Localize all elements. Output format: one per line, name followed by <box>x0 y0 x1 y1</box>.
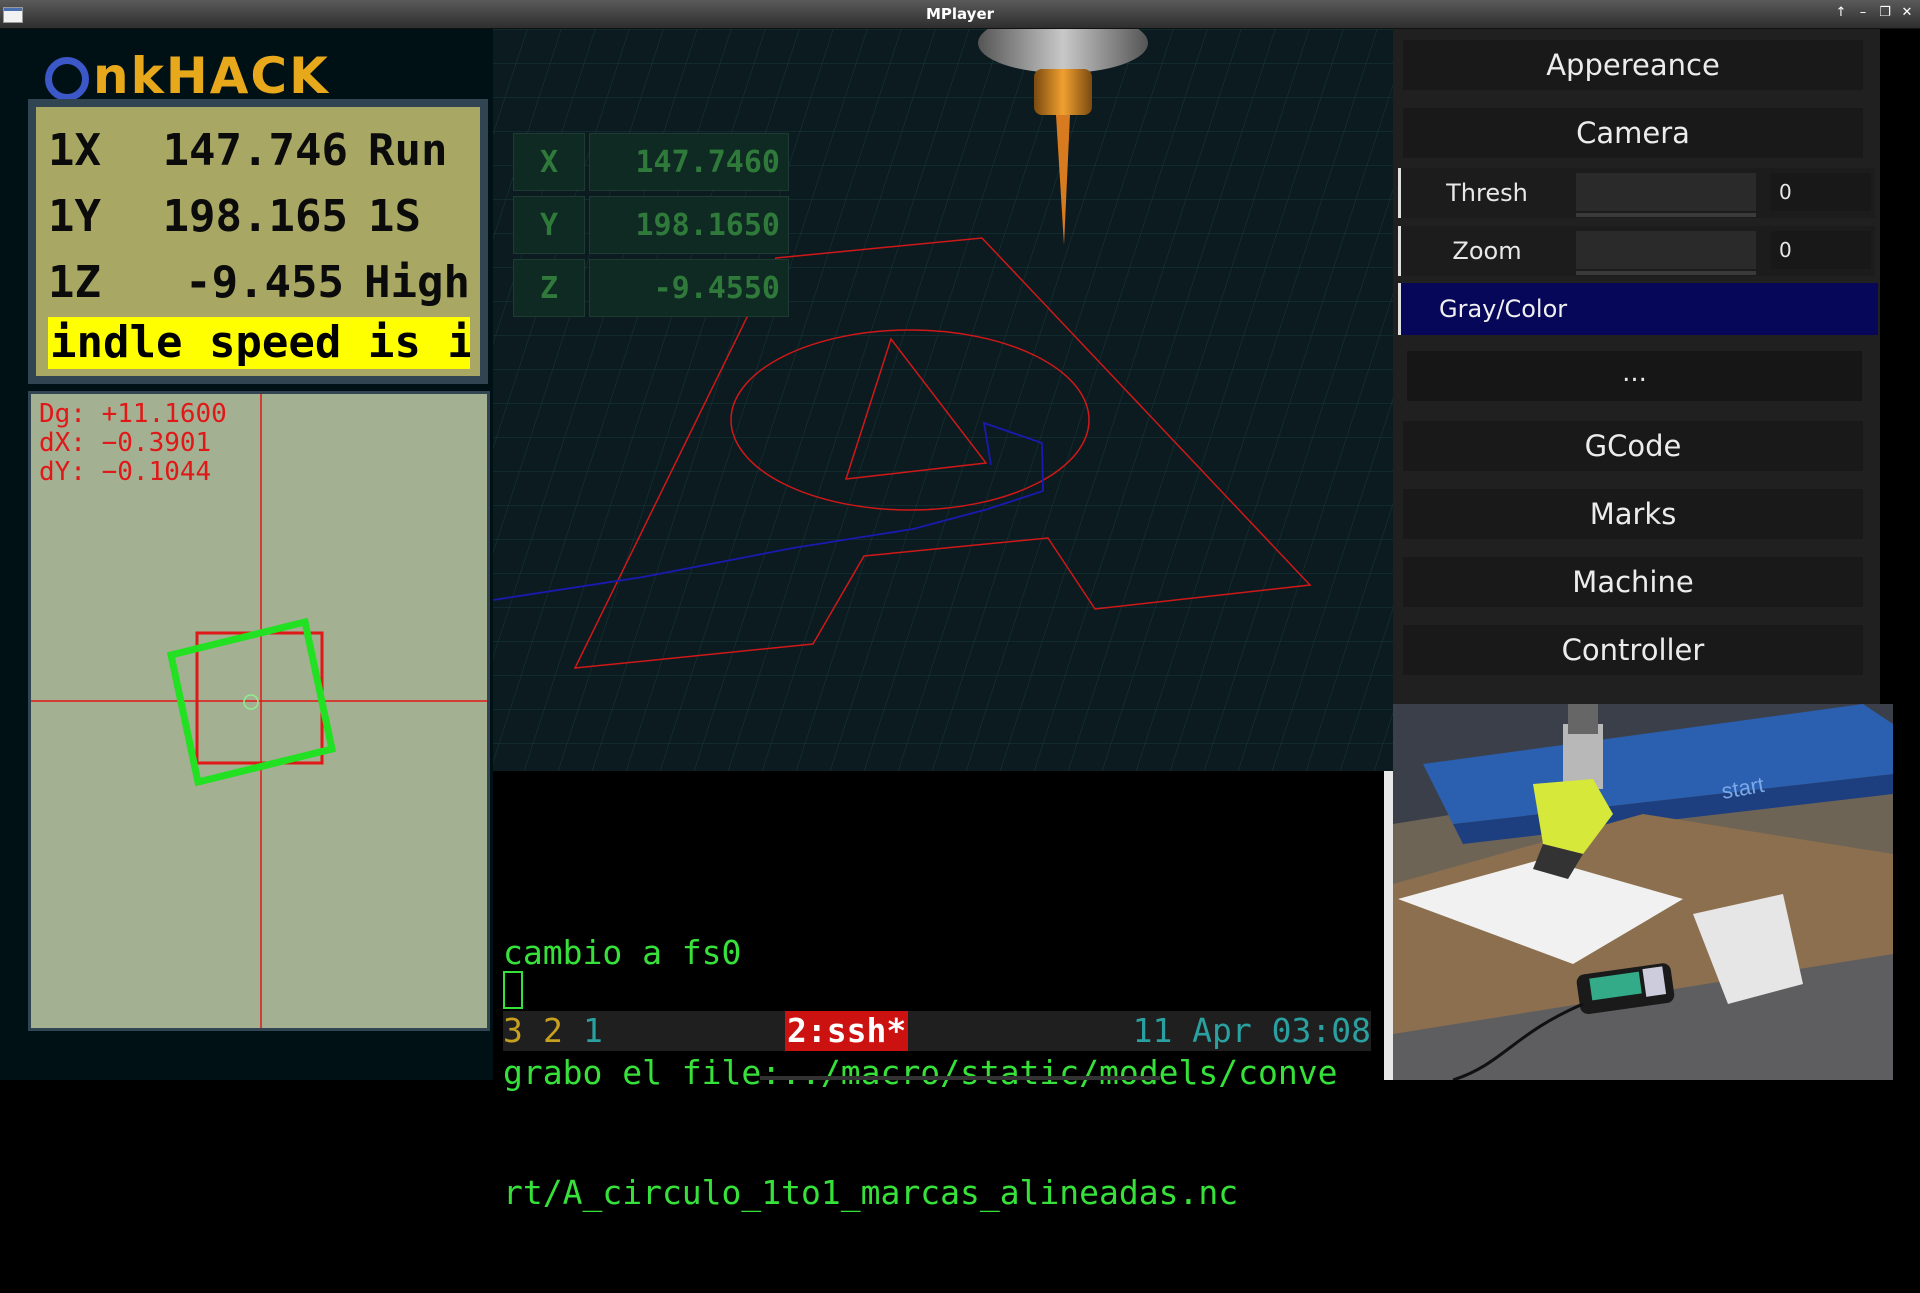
tmux-status-bar: 3 2 1 2:ssh* 11 Apr 03:08 <box>503 1011 1371 1051</box>
terminal-line: grabo el file:../macro/static/models/con… <box>503 1053 1338 1092</box>
thresh-value-field[interactable]: 0 <box>1771 173 1871 211</box>
coord-row-y: Y 198.1650 <box>513 196 789 254</box>
dy-readout: dY: −0.1044 <box>39 457 212 487</box>
dro-state: High <box>364 256 470 308</box>
toolpath-3d-view[interactable]: X 147.7460 Y 198.1650 Z -9.4550 <box>493 29 1393 771</box>
right-edge <box>1893 29 1920 1080</box>
terminal-pane[interactable]: cambio a fs0 grabo el file:../macro/stat… <box>493 771 1384 1212</box>
coord-row-x: X 147.7460 <box>513 133 789 191</box>
terminal-cursor <box>503 971 523 1009</box>
reference-square <box>195 631 324 765</box>
zoom-slider[interactable] <box>1576 231 1756 275</box>
rotation-readout: Dg: +11.1600 <box>39 399 227 429</box>
alignment-camera-view: Dg: +11.1600 dX: −0.3901 dY: −0.1044 <box>28 391 490 1031</box>
zoom-value-field[interactable]: 0 <box>1771 231 1871 269</box>
machine-webcam-view: start <box>1393 704 1893 1080</box>
thresh-slider[interactable] <box>1576 173 1756 217</box>
dro-row-z: 1Z -9.455 High <box>48 249 470 315</box>
logo-ring-icon <box>45 57 89 101</box>
terminal-line: rt/A_circulo_1to1_marcas_alineadas.nc <box>503 1173 1239 1212</box>
marks-button[interactable]: Marks <box>1403 489 1863 539</box>
dx-readout: dX: −0.3901 <box>39 428 212 458</box>
webcam-image: start <box>1393 704 1893 1080</box>
title-bar: MPlayer ↑ – ❐ ✕ <box>0 0 1920 29</box>
close-icon[interactable]: ✕ <box>1900 4 1914 22</box>
dro-state: Run <box>368 124 448 176</box>
coord-axis: Z <box>513 259 585 317</box>
terminal-scrollbar[interactable] <box>1384 771 1393 1080</box>
dro-axis-value: 147.746 <box>162 124 348 176</box>
controller-button[interactable]: Controller <box>1403 625 1863 675</box>
coord-axis: Y <box>513 196 585 254</box>
maximize-icon[interactable]: ❐ <box>1878 4 1892 22</box>
dro-row-x: 1X 147.746 Run <box>48 117 470 183</box>
thresh-row: Thresh 0 <box>1398 168 1875 218</box>
terminal-line: cambio a fs0 <box>503 933 742 972</box>
dro-axis-value: -9.455 <box>185 256 345 308</box>
more-options-button[interactable]: ... <box>1407 351 1862 401</box>
dro-row-y: 1Y 198.165 1S <box>48 183 470 249</box>
dro-axis-value: 198.165 <box>162 190 348 242</box>
window-title: MPlayer <box>925 5 995 23</box>
window-tab-1[interactable]: 1 <box>583 1011 603 1051</box>
camera-button[interactable]: Camera <box>1403 108 1863 158</box>
active-window-tab[interactable]: 2:ssh* <box>785 1011 909 1051</box>
dro-axis-label: 1Z <box>48 256 101 308</box>
window-tab-2[interactable]: 2 <box>543 1011 563 1051</box>
camera-offset-readout: Dg: +11.1600 dX: −0.3901 dY: −0.1044 <box>39 400 227 487</box>
status-message: indle speed is i <box>48 317 470 369</box>
mark-center-icon <box>243 694 259 710</box>
dro-axis-label: 1X <box>48 124 101 176</box>
coord-value: -9.4550 <box>589 259 789 317</box>
gcode-button[interactable]: GCode <box>1403 421 1863 471</box>
window-controls: ↑ – ❐ ✕ <box>1834 4 1914 22</box>
camera-overlay-graphics <box>31 394 487 1028</box>
terminal-output: cambio a fs0 grabo el file:../macro/stat… <box>503 853 1337 1293</box>
dro-state: 1S <box>368 190 421 242</box>
dro-axis-label: 1Y <box>48 190 101 242</box>
settings-panel: Appereance Camera Thresh 0 Zoom 0 Gray/C… <box>1393 29 1880 704</box>
coord-axis: X <box>513 133 585 191</box>
machine-button[interactable]: Machine <box>1403 557 1863 607</box>
thresh-label: Thresh <box>1446 179 1528 207</box>
keep-above-icon[interactable]: ↑ <box>1834 4 1848 22</box>
logo-text-part2: HACK <box>165 47 330 105</box>
window-tab-3[interactable]: 3 <box>503 1011 523 1051</box>
coord-value: 198.1650 <box>589 196 789 254</box>
spindle-collet <box>1034 69 1092 115</box>
status-clock: 11 Apr 03:08 <box>1132 1011 1371 1050</box>
gray-color-toggle[interactable]: Gray/Color <box>1398 283 1878 335</box>
camera-image: Dg: +11.1600 dX: −0.3901 dY: −0.1044 <box>31 394 487 1028</box>
dro-display: 1X 147.746 Run 1Y 198.165 1S 1Z -9.455 H… <box>36 107 480 376</box>
left-column: nk HACK 1X 147.746 Run 1Y 198.165 1S 1Z … <box>0 29 493 1080</box>
coord-row-z: Z -9.4550 <box>513 259 789 317</box>
zoom-label: Zoom <box>1452 237 1522 265</box>
appearance-button[interactable]: Appereance <box>1403 40 1863 90</box>
zoom-row: Zoom 0 <box>1398 226 1875 276</box>
logo-text-part1: nk <box>93 47 166 105</box>
detected-mark-square <box>166 617 337 787</box>
viewport-coordinates: X 147.7460 Y 198.1650 Z -9.4550 <box>513 133 789 322</box>
coord-value: 147.7460 <box>589 133 789 191</box>
terminal-bottom-edge <box>760 1076 1160 1080</box>
minimize-icon[interactable]: – <box>1856 4 1870 22</box>
dro-panel: 1X 147.746 Run 1Y 198.165 1S 1Z -9.455 H… <box>28 99 488 384</box>
